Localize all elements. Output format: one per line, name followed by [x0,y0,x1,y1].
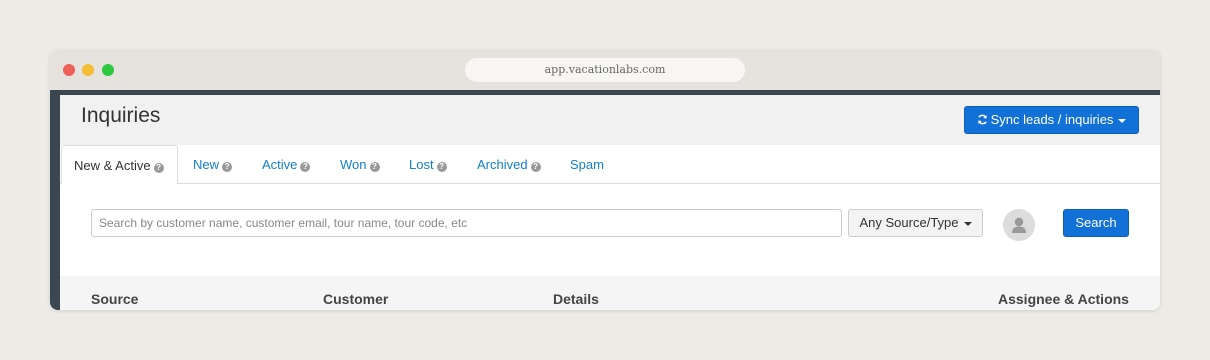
column-header-assignee-actions[interactable]: Assignee & Actions [998,291,1129,307]
tab-label: Active [262,157,298,172]
caret-down-icon [1118,118,1127,123]
sync-leads-button[interactable]: Sync leads / inquiries [964,106,1139,134]
tab-label: Spam [570,157,604,172]
sync-leads-label: Sync leads / inquiries [990,112,1114,127]
tab-label: New [193,157,220,172]
page-header: Inquiries Sync leads / inquiries [60,95,1160,146]
source-type-label: Any Source/Type [859,215,959,230]
tab-archived[interactable]: Archived? [465,145,553,184]
question-circle-icon[interactable]: ? [369,162,380,172]
browser-window: app.vacationlabs.com Inquiries Sync lead… [50,50,1160,310]
tab-active[interactable]: Active? [250,145,322,184]
tab-label: Archived [477,157,528,172]
tab-lost[interactable]: Lost? [397,145,459,184]
question-circle-icon[interactable]: ? [436,162,447,172]
tab-won[interactable]: Won? [328,145,392,184]
table-header: Source Customer Details Assignee & Actio… [60,276,1160,310]
assignee-avatar-filter[interactable] [1003,209,1035,241]
column-header-source[interactable]: Source [91,291,138,307]
column-header-customer[interactable]: Customer [323,291,388,307]
browser-titlebar: app.vacationlabs.com [50,50,1160,90]
tab-label: New & Active [74,158,151,173]
maximize-window-button[interactable] [102,64,114,76]
refresh-icon [977,107,988,133]
close-window-button[interactable] [63,64,75,76]
address-bar[interactable]: app.vacationlabs.com [465,58,745,82]
search-button[interactable]: Search [1063,209,1129,237]
user-silhouette-icon [1012,217,1026,233]
app-left-rail [50,95,60,310]
tab-label: Won [340,157,367,172]
question-circle-icon[interactable]: ? [153,163,164,173]
tab-label: Lost [409,157,434,172]
source-type-filter[interactable]: Any Source/Type [848,209,983,237]
caret-down-icon [963,221,972,226]
tab-new-and-active[interactable]: New & Active? [61,145,178,185]
inquiry-tabs: New & Active? New? Active? Won? Lost? Ar… [60,145,1160,185]
page-content: Inquiries Sync leads / inquiries New & A… [60,95,1160,310]
search-input[interactable] [91,209,842,237]
page-title: Inquiries [81,104,161,127]
minimize-window-button[interactable] [82,64,94,76]
tab-spam[interactable]: Spam [558,145,616,184]
question-circle-icon[interactable]: ? [222,162,233,172]
question-circle-icon[interactable]: ? [300,162,311,172]
tab-new[interactable]: New? [181,145,244,184]
column-header-details[interactable]: Details [553,291,599,307]
question-circle-icon[interactable]: ? [530,162,541,172]
